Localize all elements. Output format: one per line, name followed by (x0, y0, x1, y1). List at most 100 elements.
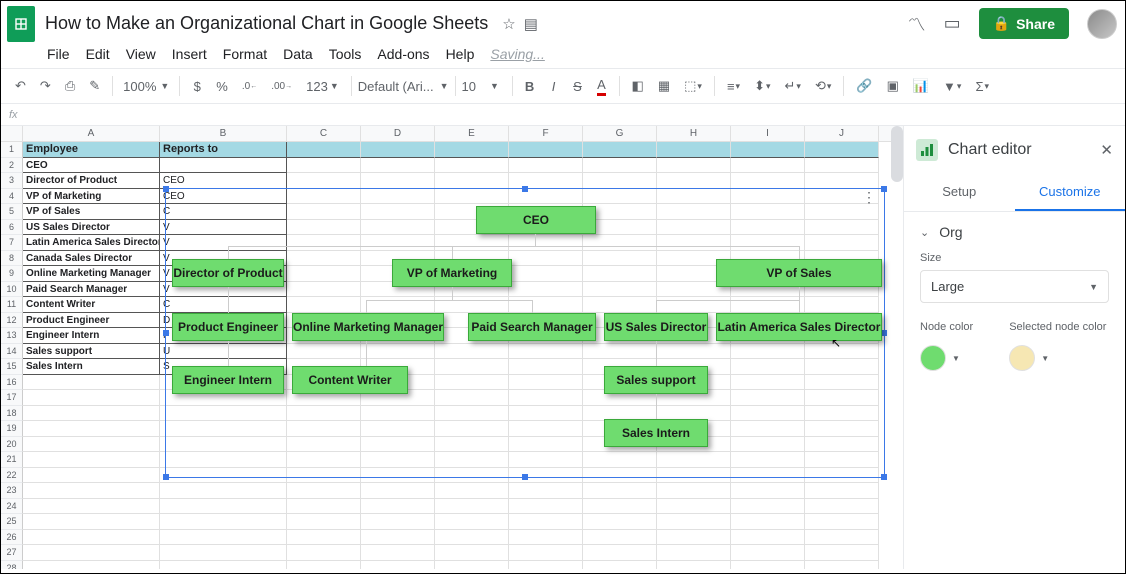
menu-format[interactable]: Format (223, 46, 267, 62)
text-color-button[interactable]: A (591, 73, 613, 99)
cell[interactable] (435, 483, 509, 499)
formula-bar[interactable]: fx (1, 104, 1125, 126)
cell[interactable] (361, 173, 435, 189)
cell[interactable]: Sales support (23, 344, 160, 360)
cell[interactable] (731, 483, 805, 499)
menu-tools[interactable]: Tools (329, 46, 362, 62)
org-node[interactable]: Engineer Intern (172, 366, 284, 394)
cell[interactable] (805, 499, 879, 515)
cell[interactable] (435, 514, 509, 530)
comments-icon[interactable]: ▭ (944, 13, 961, 34)
row-header[interactable]: 21 (1, 452, 23, 468)
cell[interactable] (23, 545, 160, 561)
row-header[interactable]: 26 (1, 530, 23, 546)
org-node[interactable]: US Sales Director (604, 313, 708, 341)
row-header[interactable]: 5 (1, 204, 23, 220)
row-header[interactable]: 13 (1, 328, 23, 344)
cell[interactable] (435, 545, 509, 561)
font-select[interactable]: Default (Ari...▼ (358, 79, 449, 94)
insert-chart-button[interactable]: 📊 (907, 73, 935, 99)
cell[interactable] (731, 158, 805, 174)
cell[interactable] (805, 142, 879, 158)
cell[interactable] (509, 530, 583, 546)
cell[interactable] (287, 142, 361, 158)
borders-button[interactable]: ▦ (652, 73, 676, 99)
cell[interactable] (731, 173, 805, 189)
cell[interactable] (435, 158, 509, 174)
italic-button[interactable]: I (543, 73, 565, 99)
resize-handle[interactable] (881, 186, 887, 192)
cell[interactable] (657, 545, 731, 561)
cell[interactable] (160, 499, 287, 515)
cell[interactable] (509, 514, 583, 530)
cell[interactable] (509, 142, 583, 158)
tab-customize[interactable]: Customize (1015, 174, 1126, 211)
row-header[interactable]: 7 (1, 235, 23, 251)
cell[interactable] (731, 142, 805, 158)
cell[interactable] (160, 530, 287, 546)
cell[interactable] (805, 561, 879, 570)
org-node[interactable]: Paid Search Manager (468, 313, 596, 341)
spreadsheet-grid[interactable]: A B C D E F G H I J 1EmployeeReports to2… (1, 126, 903, 569)
resize-handle[interactable] (163, 330, 169, 336)
row-header[interactable]: 6 (1, 220, 23, 236)
format-currency-button[interactable]: $ (186, 73, 208, 99)
section-org-toggle[interactable]: ⌄ Org (920, 224, 1109, 240)
cell[interactable] (287, 530, 361, 546)
cell[interactable] (361, 530, 435, 546)
fill-color-button[interactable]: ◧ (626, 73, 650, 99)
cell[interactable] (509, 158, 583, 174)
increase-decimal-button[interactable]: .00→ (265, 73, 298, 99)
cell[interactable] (160, 545, 287, 561)
h-align-button[interactable]: ≡▾ (721, 73, 746, 99)
org-node[interactable]: VP of Marketing (392, 259, 512, 287)
row-header[interactable]: 16 (1, 375, 23, 391)
col-header[interactable]: D (361, 126, 435, 141)
cell[interactable]: Latin America Sales Director (23, 235, 160, 251)
cell[interactable] (287, 483, 361, 499)
cell[interactable] (657, 173, 731, 189)
menu-help[interactable]: Help (446, 46, 475, 62)
org-chart[interactable]: ⋮ CEO Director of Product VP of Marketin… (165, 188, 885, 478)
resize-handle[interactable] (522, 474, 528, 480)
cell[interactable]: VP of Sales (23, 204, 160, 220)
cell[interactable] (805, 530, 879, 546)
cell[interactable] (805, 545, 879, 561)
cell[interactable]: Engineer Intern (23, 328, 160, 344)
cell[interactable] (160, 514, 287, 530)
cell[interactable]: Director of Product (23, 173, 160, 189)
close-icon[interactable]: ✕ (1100, 141, 1113, 159)
cell[interactable] (509, 499, 583, 515)
cell[interactable] (160, 561, 287, 570)
cell[interactable] (583, 142, 657, 158)
cell[interactable] (509, 173, 583, 189)
doc-title[interactable]: How to Make an Organizational Chart in G… (45, 13, 488, 34)
row-header[interactable]: 11 (1, 297, 23, 313)
row-header[interactable]: 3 (1, 173, 23, 189)
cell[interactable] (583, 545, 657, 561)
cell[interactable] (287, 173, 361, 189)
cell[interactable] (805, 158, 879, 174)
col-header[interactable]: A (23, 126, 160, 141)
resize-handle[interactable] (163, 186, 169, 192)
text-wrap-button[interactable]: ↵▾ (779, 73, 807, 99)
cell[interactable] (583, 561, 657, 570)
col-header[interactable]: J (805, 126, 879, 141)
star-icon[interactable]: ☆ (502, 15, 515, 33)
functions-button[interactable]: Σ▾ (969, 73, 995, 99)
cell[interactable]: Employee (23, 142, 160, 158)
cell[interactable] (287, 545, 361, 561)
menu-data[interactable]: Data (283, 46, 313, 62)
cell[interactable]: CEO (23, 158, 160, 174)
decrease-decimal-button[interactable]: .0← (236, 73, 263, 99)
vertical-scrollbar[interactable] (891, 126, 903, 182)
cell[interactable] (361, 561, 435, 570)
row-header[interactable]: 2 (1, 158, 23, 174)
org-node[interactable]: VP of Sales (716, 259, 882, 287)
cell[interactable] (23, 468, 160, 484)
cell[interactable] (583, 499, 657, 515)
cell[interactable] (287, 514, 361, 530)
cell[interactable] (23, 421, 160, 437)
redo-button[interactable]: ↷ (34, 73, 57, 99)
strike-button[interactable]: S (567, 73, 589, 99)
